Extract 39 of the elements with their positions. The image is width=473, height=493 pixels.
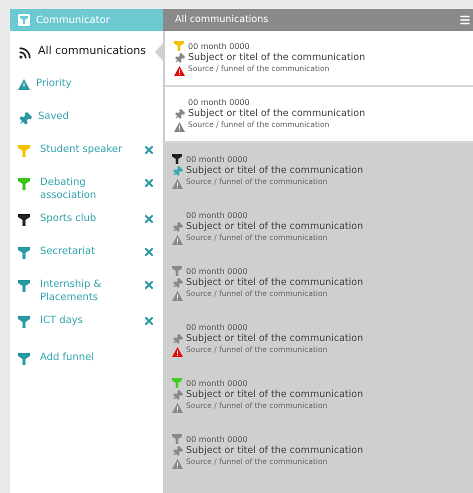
remove-icon[interactable]: [143, 177, 155, 189]
message-subject: Subject or titel of the communication: [186, 277, 364, 290]
funnel-icon: [18, 353, 30, 365]
remove-icon[interactable]: [143, 213, 155, 225]
remove-icon[interactable]: [143, 279, 155, 291]
app-title: Communicator: [36, 14, 110, 28]
sidebar-label: Internship & Placements: [39, 278, 102, 304]
message-subject: Subject or titel of the communication: [186, 389, 364, 402]
sidebar-label: Priority: [36, 77, 73, 90]
message-subject: Subject or titel of the communication: [186, 165, 364, 178]
warning-icon: [18, 79, 30, 90]
sidebar-label: Saved: [38, 110, 70, 123]
message-date: 00 month 0000: [188, 42, 251, 52]
message-date: 00 month 0000: [186, 267, 249, 278]
remove-icon[interactable]: [143, 144, 155, 156]
message-date: 00 month 0000: [186, 323, 249, 334]
message-date: 00 month 0000: [186, 435, 249, 446]
remove-icon[interactable]: [143, 246, 155, 258]
sidebar-label: Student speaker: [39, 143, 124, 156]
sidebar-label: Debating association: [39, 176, 98, 202]
message-subject: Subject or titel of the communication: [188, 52, 366, 64]
sidebar-label: ICT days: [39, 314, 84, 327]
menu-icon[interactable]: [459, 14, 471, 26]
message-subject: Subject or titel of the communication: [186, 445, 364, 458]
message-date: 00 month 0000: [186, 379, 249, 390]
message-subject: Subject or titel of the communication: [186, 333, 364, 346]
sidebar-label: Add funnel: [39, 351, 96, 364]
rss-icon: [18, 46, 32, 60]
sidebar-label: Sports club: [39, 212, 98, 225]
app-logo-icon: [18, 14, 30, 26]
message-date: 00 month 0000: [186, 155, 249, 166]
message-subject: Subject or titel of the communication: [186, 221, 364, 234]
sidebar-label: All communications: [38, 44, 147, 57]
message-date: 00 month 0000: [186, 211, 249, 222]
sidebar-label: Secretariat: [39, 245, 96, 258]
message-date: 00 month 0000: [188, 98, 251, 108]
list-title: All communications: [175, 12, 268, 27]
message-subject: Subject or titel of the communication: [188, 108, 366, 120]
remove-icon[interactable]: [143, 315, 155, 327]
